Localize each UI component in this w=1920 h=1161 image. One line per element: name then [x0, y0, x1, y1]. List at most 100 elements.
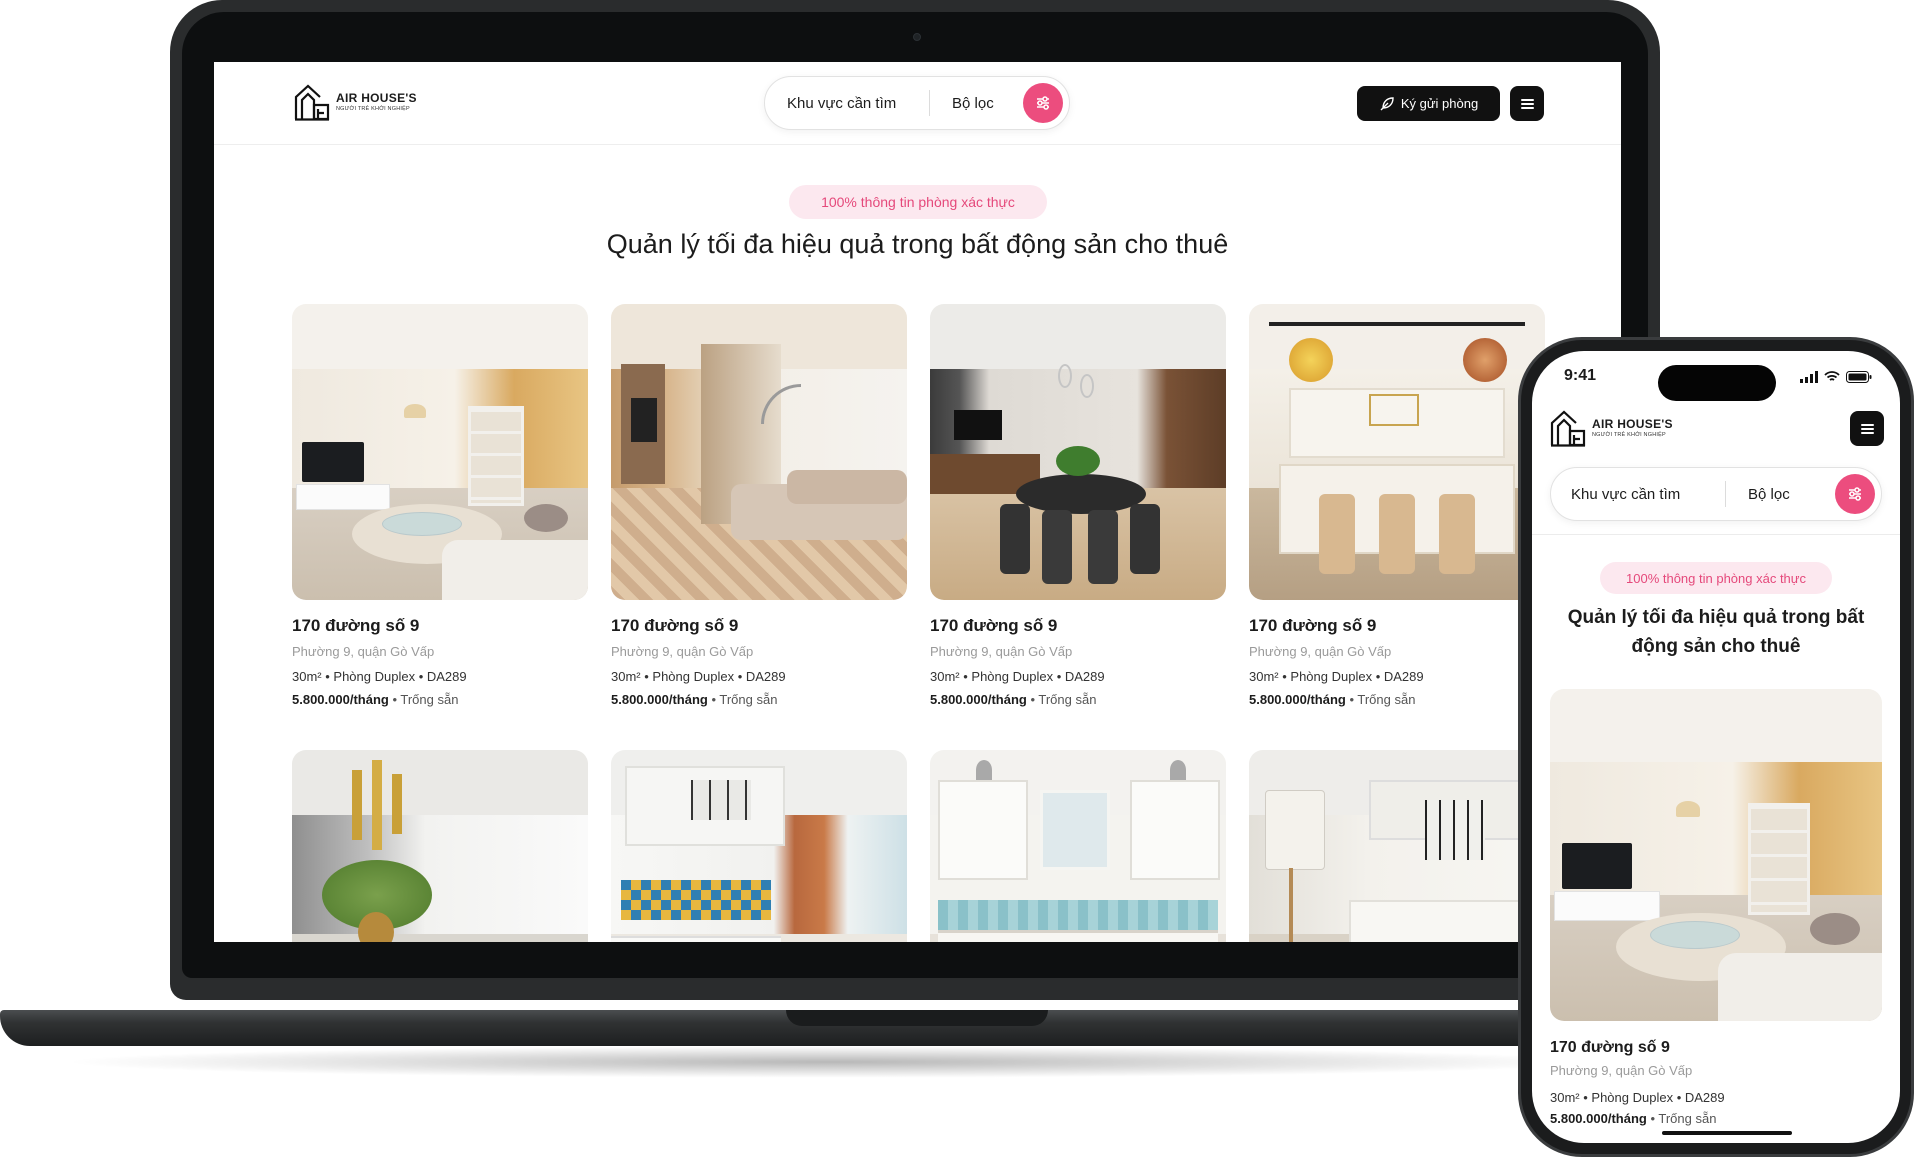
hamburger-icon	[1860, 423, 1874, 434]
laptop-notch	[786, 1010, 1048, 1026]
listing-meta: 30m² • Phòng Duplex • DA289	[292, 669, 467, 684]
listing-type: Phòng Duplex	[1591, 1090, 1674, 1105]
listing-code: DA289	[745, 669, 786, 684]
area-search-input[interactable]: Khu vực cần tìm	[1551, 486, 1725, 503]
listing-price: 5.800.000/tháng	[292, 692, 389, 707]
listing-photo[interactable]	[1249, 750, 1545, 942]
consign-room-button[interactable]: Ký gửi phòng	[1357, 86, 1500, 121]
brand-tagline: NGƯỜI TRẺ KHỞI NGHIỆP	[336, 105, 410, 112]
laptop-screen: AIR HOUSE'S NGƯỜI TRẺ KHỞI NGHIỆP Khu vự…	[214, 62, 1621, 942]
site-header: AIR HOUSE'S NGƯỜI TRẺ KHỞI NGHIỆP Khu vự…	[214, 62, 1621, 145]
brand-logo[interactable]: AIR HOUSE'S NGƯỜI TRẺ KHỞI NGHIỆP	[1550, 409, 1673, 447]
listing-photo[interactable]	[930, 304, 1226, 600]
listing-price-row: 5.800.000/tháng • Trống sẵn	[292, 692, 459, 707]
status-icons	[1800, 371, 1872, 383]
listing-price-row: 5.800.000/tháng • Trống sẵn	[611, 692, 778, 707]
listing-title[interactable]: 170 đường số 9	[611, 616, 907, 636]
consign-label: Ký gửi phòng	[1400, 96, 1479, 111]
listing-address: Phường 9, quận Gò Vấp	[1249, 644, 1392, 659]
listing-card[interactable]	[1249, 750, 1545, 942]
menu-button[interactable]	[1850, 411, 1884, 446]
listing-card[interactable]: 170 đường số 9 Phường 9, quận Gò Vấp 30m…	[930, 304, 1226, 707]
brand-name: AIR HOUSE'S	[336, 90, 417, 105]
listing-price: 5.800.000/tháng	[1249, 692, 1346, 707]
sliders-icon	[1849, 487, 1861, 501]
listing-address: Phường 9, quận Gò Vấp	[1550, 1063, 1693, 1078]
listing-area: 30m²	[1550, 1090, 1580, 1105]
listing-status: Trống sẵn	[1038, 692, 1097, 707]
listing-type: Phòng Duplex	[333, 669, 416, 684]
listing-price-row: 5.800.000/tháng • Trống sẵn	[1249, 692, 1416, 707]
listing-title[interactable]: 170 đường số 9	[1550, 1039, 1882, 1057]
filter-button[interactable]	[1835, 474, 1875, 514]
listing-title[interactable]: 170 đường số 9	[930, 616, 1226, 636]
verified-badge: 100% thông tin phòng xác thực	[1600, 562, 1832, 594]
listing-photo[interactable]	[611, 304, 907, 600]
listing-meta: 30m² • Phòng Duplex • DA289	[1550, 1090, 1725, 1105]
listing-price-row: 5.800.000/tháng • Trống sẵn	[930, 692, 1097, 707]
listing-code: DA289	[1684, 1090, 1725, 1105]
area-search-input[interactable]: Khu vực cần tìm	[765, 95, 929, 112]
filter-label[interactable]: Bộ lọc	[930, 95, 1023, 112]
listing-photo[interactable]	[1249, 304, 1545, 600]
listing-photo[interactable]	[292, 304, 588, 600]
laptop-shadow	[60, 1046, 1600, 1078]
listing-meta: 30m² • Phòng Duplex • DA289	[1249, 669, 1424, 684]
listing-card[interactable]: 170 đường số 9 Phường 9, quận Gò Vấp 30m…	[1550, 689, 1882, 1126]
listing-meta: 30m² • Phòng Duplex • DA289	[930, 669, 1105, 684]
battery-icon	[1846, 371, 1872, 383]
house-logo-icon	[294, 84, 330, 121]
menu-button[interactable]	[1510, 86, 1544, 121]
header-divider	[1532, 534, 1900, 535]
camera-icon	[913, 33, 921, 41]
house-logo-icon	[1550, 410, 1586, 447]
listing-title[interactable]: 170 đường số 9	[1249, 616, 1545, 636]
listing-card[interactable]: 170 đường số 9 Phường 9, quận Gò Vấp 30m…	[292, 304, 588, 707]
verified-badge: 100% thông tin phòng xác thực	[789, 185, 1047, 219]
listing-photo[interactable]	[930, 750, 1226, 942]
listing-area: 30m²	[930, 669, 960, 684]
listing-photo[interactable]	[1550, 689, 1882, 1021]
listing-card[interactable]: 170 đường số 9 Phường 9, quận Gò Vấp 30m…	[611, 304, 907, 707]
listing-status: Trống sẵn	[1357, 692, 1416, 707]
listing-address: Phường 9, quận Gò Vấp	[292, 644, 435, 659]
listing-photo[interactable]	[611, 750, 907, 942]
home-indicator[interactable]	[1662, 1131, 1792, 1135]
listing-meta: 30m² • Phòng Duplex • DA289	[611, 669, 786, 684]
listing-card[interactable]	[611, 750, 907, 942]
listing-area: 30m²	[1249, 669, 1279, 684]
listing-status: Trống sẵn	[719, 692, 778, 707]
hamburger-icon	[1520, 98, 1534, 109]
status-time: 9:41	[1564, 367, 1597, 384]
page-title: Quản lý tối đa hiệu quả trong bất động s…	[606, 229, 1229, 259]
listing-photo[interactable]	[292, 750, 588, 942]
feather-pen-icon	[1380, 96, 1394, 110]
signal-icon	[1800, 371, 1818, 383]
listing-area: 30m²	[611, 669, 641, 684]
listing-card[interactable]: 170 đường số 9 Phường 9, quận Gò Vấp 30m…	[1249, 304, 1545, 707]
brand-name: AIR HOUSE'S	[1592, 416, 1673, 431]
brand-logo[interactable]: AIR HOUSE'S NGƯỜI TRẺ KHỞI NGHIỆP	[294, 83, 417, 121]
dynamic-island	[1658, 365, 1776, 401]
listing-status: Trống sẵn	[400, 692, 459, 707]
listing-status: Trống sẵn	[1658, 1111, 1717, 1126]
brand-tagline: NGƯỜI TRẺ KHỞI NGHIỆP	[1592, 431, 1666, 438]
listing-title[interactable]: 170 đường số 9	[292, 616, 588, 636]
listing-type: Phòng Duplex	[652, 669, 735, 684]
listing-code: DA289	[426, 669, 467, 684]
listing-address: Phường 9, quận Gò Vấp	[930, 644, 1073, 659]
search-bar: Khu vực cần tìm Bộ lọc	[1550, 467, 1882, 521]
filter-button[interactable]	[1023, 83, 1063, 123]
listing-price-row: 5.800.000/tháng • Trống sẵn	[1550, 1111, 1717, 1126]
listing-price: 5.800.000/tháng	[930, 692, 1027, 707]
filter-label[interactable]: Bộ lọc	[1726, 486, 1835, 503]
listing-address: Phường 9, quận Gò Vấp	[611, 644, 754, 659]
phone-screen: 9:41 AIR HOUSE'S NGƯỜI TRẺ KHỞI NGHIỆP K	[1532, 351, 1900, 1143]
listing-card[interactable]	[930, 750, 1226, 942]
sliders-icon	[1037, 96, 1049, 110]
listing-price: 5.800.000/tháng	[611, 692, 708, 707]
listing-type: Phòng Duplex	[971, 669, 1054, 684]
listing-card[interactable]	[292, 750, 588, 942]
listing-type: Phòng Duplex	[1290, 669, 1373, 684]
wifi-icon	[1824, 371, 1840, 381]
